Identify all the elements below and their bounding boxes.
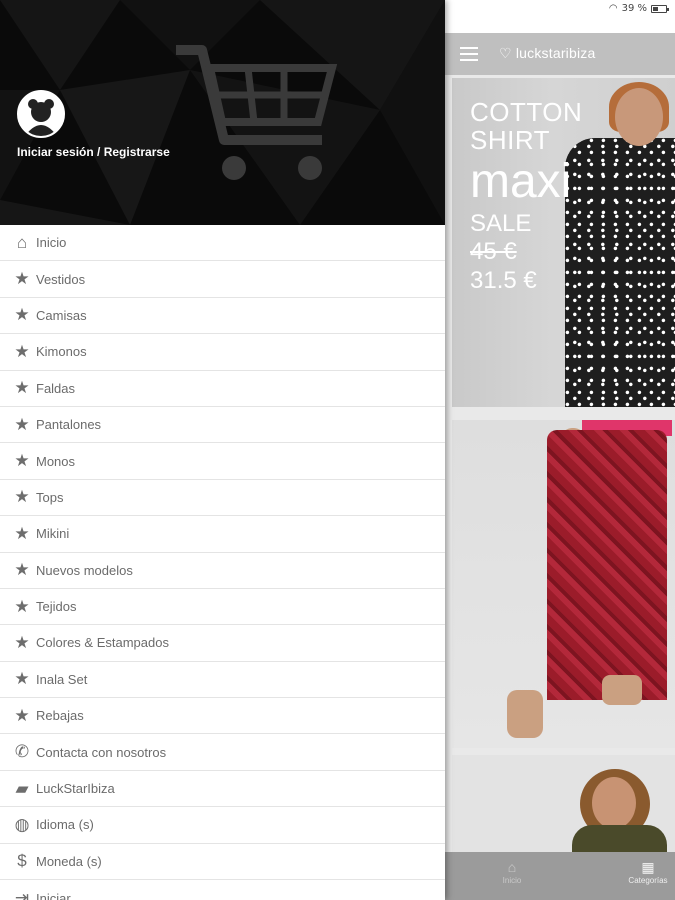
promo-old-price: 45 €	[470, 238, 517, 265]
menu-item-label: Iniciar	[36, 890, 71, 900]
menu-icon[interactable]	[460, 47, 478, 61]
promo-text: COTTON SHIRT maxi SALE 45 € 31.5 €	[470, 98, 582, 296]
home-icon: ⌂	[507, 859, 517, 875]
star-icon: ★	[14, 596, 30, 616]
login-register-link[interactable]: Iniciar sesión / Registrarse	[17, 145, 170, 159]
model-ankle-image	[602, 675, 642, 705]
menu-item[interactable]: ★ Tops	[0, 480, 445, 517]
battery-icon	[651, 4, 669, 13]
menu-item[interactable]: ✆ Contacta con nosotros	[0, 734, 445, 771]
menu-item-label: Tejidos	[36, 599, 77, 615]
promo-banner-cotton-shirt[interactable]: COTTON SHIRT maxi SALE 45 € 31.5 €	[452, 78, 675, 407]
menu-item[interactable]: ⌂ Inicio	[0, 225, 445, 262]
promo-new-price: 31.5 €	[470, 267, 537, 294]
drawer-menu: ⌂ Inicio ★ Vestidos ★ Camisas ★ Kimonos ★ Faldas…	[0, 225, 445, 900]
menu-item-label: Nuevos modelos	[36, 562, 133, 578]
star-icon: ★	[14, 487, 30, 507]
model-top-image	[572, 825, 667, 852]
label-icon: ▰	[15, 778, 29, 798]
star-icon: ★	[14, 632, 30, 652]
promo-headline: maxi	[470, 155, 572, 208]
product-card-pants[interactable]	[452, 420, 675, 748]
avatar[interactable]	[17, 90, 65, 138]
menu-item-label: Inala Set	[36, 671, 88, 687]
drawer-header: Iniciar sesión / Registrarse	[0, 0, 445, 225]
user-silhouette-icon	[19, 92, 63, 136]
menu-item-label: Pantalones	[36, 417, 102, 433]
menu-item[interactable]: ★ Kimonos	[0, 334, 445, 371]
model-face-image	[592, 777, 636, 829]
menu-item[interactable]: ★ Faldas	[0, 371, 445, 407]
menu-item-label: Inicio	[36, 235, 67, 251]
product-card-model[interactable]	[452, 755, 675, 852]
menu-item[interactable]: ★ Mikini	[0, 516, 445, 553]
menu-item-label: Contacta con nosotros	[36, 744, 167, 760]
red-pants-image	[547, 430, 667, 700]
home-icon: ⌂	[16, 232, 28, 252]
menu-item-label: Kimonos	[36, 344, 87, 360]
menu-item[interactable]: ★ Colores & Estampados	[0, 625, 445, 662]
model-foot-image	[507, 690, 543, 738]
menu-item[interactable]: ★ Pantalones	[0, 407, 445, 444]
nav-categories[interactable]: ▦ Categorías	[613, 858, 675, 885]
nav-home[interactable]: ⌂ Inicio	[477, 858, 547, 885]
star-icon: ★	[14, 341, 30, 361]
menu-item[interactable]: ★ Camisas	[0, 298, 445, 335]
menu-item-label: Moneda (s)	[36, 853, 102, 869]
menu-item-label: Idioma (s)	[36, 817, 94, 833]
star-icon: ★	[14, 378, 30, 398]
cart-icon	[176, 45, 338, 180]
menu-item[interactable]: ★ Monos	[0, 443, 445, 480]
brand-logo[interactable]: ♡ luckstaribiza	[499, 45, 595, 62]
menu-item[interactable]: ⇥ Iniciar	[0, 880, 445, 900]
menu-item[interactable]: ★ Rebajas	[0, 698, 445, 735]
login-icon: ⇥	[14, 888, 30, 900]
wifi-icon: ◠	[608, 3, 618, 14]
star-icon: ★	[14, 305, 30, 325]
star-icon: ★	[14, 414, 30, 434]
menu-item[interactable]: ◍ Idioma (s)	[0, 807, 445, 844]
star-icon: ★	[14, 560, 30, 580]
menu-item[interactable]: ★ Tejidos	[0, 589, 445, 626]
battery-percentage: 39 %	[621, 3, 647, 14]
status-indicators: ◠ 39 %	[608, 3, 669, 14]
navigation-drawer: Iniciar sesión / Registrarse ⌂ Inicio ★ Ve…	[0, 0, 445, 900]
star-icon: ★	[14, 669, 30, 689]
menu-item-label: Camisas	[36, 307, 87, 323]
app-bar: ♡ luckstaribiza	[445, 33, 675, 75]
menu-item-label: Mikini	[36, 526, 70, 542]
menu-item[interactable]: $ Moneda (s)	[0, 844, 445, 881]
star-icon: ★	[14, 269, 30, 289]
menu-item-label: LuckStarIbiza	[36, 781, 115, 797]
menu-item-label: Vestidos	[36, 271, 86, 287]
promo-sale-label: SALE	[470, 210, 532, 237]
nav-categories-label: Categorías	[628, 876, 668, 885]
menu-item-label: Faldas	[36, 380, 76, 396]
star-icon: ★	[14, 705, 30, 725]
menu-item[interactable]: ▰ LuckStarIbiza	[0, 771, 445, 808]
phone-icon: ✆	[14, 742, 30, 762]
nav-home-label: Inicio	[502, 876, 522, 885]
menu-item[interactable]: ★ Vestidos	[0, 261, 445, 298]
menu-item[interactable]: ★ Inala Set	[0, 662, 445, 699]
menu-item-label: Tops	[36, 489, 64, 505]
promo-line-1: COTTON	[470, 97, 583, 127]
dollar-icon: $	[17, 851, 27, 871]
promo-line-2: SHIRT	[470, 125, 551, 155]
model-face-image	[615, 88, 663, 146]
globe-icon: ◍	[14, 814, 30, 834]
menu-item[interactable]: ★ Nuevos modelos	[0, 553, 445, 589]
bottom-navigation: ⌂ Inicio ▦ Categorías	[441, 852, 675, 900]
star-icon: ★	[14, 523, 30, 543]
grid-icon: ▦	[641, 859, 655, 875]
menu-item-label: Monos	[36, 453, 76, 469]
star-icon: ★	[14, 451, 30, 471]
menu-item-label: Rebajas	[36, 708, 84, 724]
menu-item-label: Colores & Estampados	[36, 635, 169, 651]
